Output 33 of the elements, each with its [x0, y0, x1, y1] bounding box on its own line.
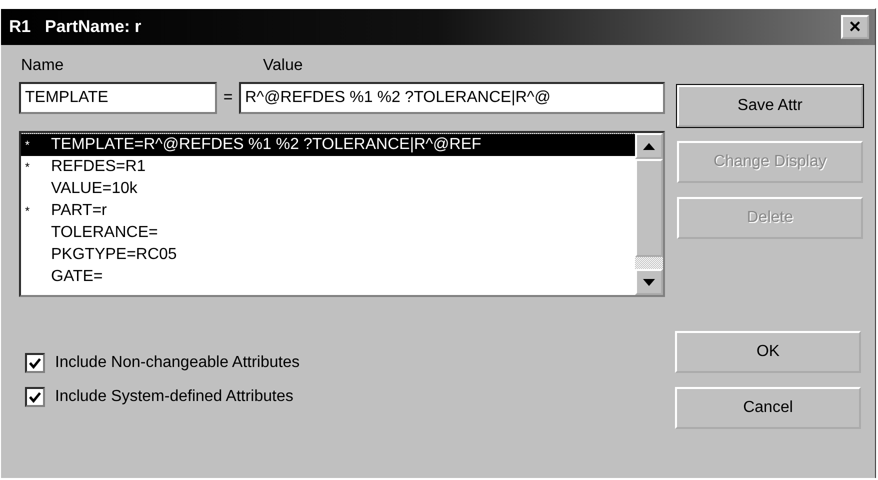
dialog-button[interactable]: Cancel — [675, 387, 861, 429]
scrollbar[interactable] — [635, 133, 663, 295]
checkbox[interactable] — [25, 353, 45, 373]
up-arrow-icon — [643, 142, 655, 150]
name-field[interactable]: TEMPLATE — [19, 82, 217, 114]
marker: * — [24, 138, 31, 152]
attribute-item[interactable]: * TEMPLATE=R^@REFDES %1 %2 ?TOLERANCE|R^@REF — [21, 134, 635, 156]
checkbox-label: Include System-defined Attributes — [55, 388, 294, 406]
close-button[interactable]: × — [841, 15, 869, 39]
value-field[interactable]: R^@REFDES %1 %2 ?TOLERANCE|R^@ — [239, 82, 665, 114]
attribute-text: REFDES=R1 — [51, 158, 146, 176]
attribute-text: TOLERANCE= — [51, 224, 158, 242]
checkbox-label: Include Non-changeable Attributes — [55, 354, 300, 372]
checkmark-icon — [29, 358, 41, 368]
attribute-text: VALUE=10k — [51, 180, 138, 198]
checkmark-icon — [29, 392, 41, 402]
dialog-button[interactable]: OK — [675, 331, 861, 373]
name-label: Name — [20, 57, 65, 75]
window-title: R1 PartName: r — [9, 17, 142, 37]
marker: * — [24, 160, 31, 174]
down-arrow-icon — [643, 278, 655, 286]
scroll-thumb[interactable] — [635, 159, 663, 257]
attribute-text: PKGTYPE=RC05 — [51, 246, 177, 264]
scroll-up-button[interactable] — [635, 133, 663, 159]
attribute-text: PART=r — [51, 202, 107, 220]
marker: * — [24, 204, 31, 218]
attribute-text: TEMPLATE=R^@REFDES %1 %2 ?TOLERANCE|R^@REF — [51, 136, 482, 154]
value-label: Value — [262, 57, 304, 75]
checkbox[interactable] — [25, 387, 45, 407]
attribute-text: GATE= — [51, 268, 103, 286]
equals-sign: = — [222, 89, 234, 107]
side-button[interactable]: Save Attr — [677, 85, 863, 127]
scroll-down-button[interactable] — [635, 269, 663, 295]
